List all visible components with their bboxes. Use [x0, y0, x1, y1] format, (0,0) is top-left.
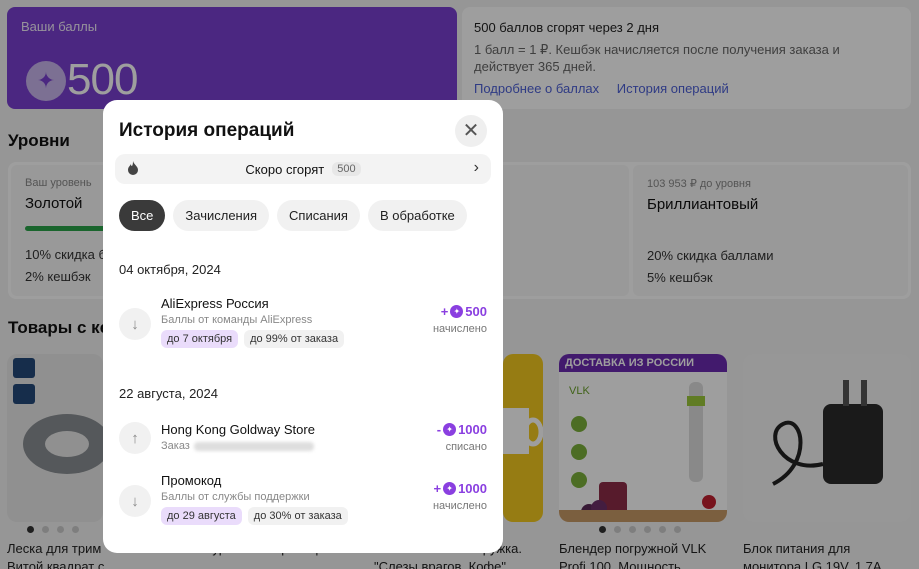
- limit-chip: до 30% от заказа: [247, 507, 348, 525]
- operation-subtitle: Заказ: [161, 440, 314, 452]
- operation-subtitle: Баллы от службы поддержки: [161, 491, 310, 503]
- expiring-soon-label: Скоро сгорят: [245, 161, 325, 177]
- operation-amount: + ✦ 1000: [433, 481, 487, 496]
- date-heading: 22 августа, 2024: [119, 386, 218, 401]
- redacted-order-number: [193, 441, 314, 451]
- arrow-up-icon: ↑: [119, 422, 151, 454]
- amount-sign: +: [433, 481, 442, 496]
- close-icon[interactable]: ✕: [455, 115, 487, 147]
- operation-row[interactable]: ↓ Промокод Баллы от службы поддержки до …: [119, 473, 487, 529]
- arrow-down-icon: ↓: [119, 485, 151, 517]
- operation-name: Промокод: [161, 473, 222, 488]
- history-modal: История операций ✕ Скоро сгорят 500 › Вс…: [103, 100, 503, 553]
- operation-status: начислено: [432, 323, 487, 335]
- chevron-right-icon: ›: [473, 159, 479, 176]
- fire-icon: [127, 161, 139, 178]
- amount-sign: -: [436, 422, 442, 437]
- date-heading: 04 октября, 2024: [119, 262, 221, 277]
- expiring-soon-bar[interactable]: Скоро сгорят 500 ›: [115, 154, 491, 184]
- coin-icon: ✦: [443, 482, 457, 495]
- expiry-chip: до 29 августа: [161, 507, 242, 525]
- expiring-soon-count: 500: [332, 162, 361, 176]
- operation-name: AliExpress Россия: [161, 296, 269, 311]
- amount-sign: +: [440, 304, 449, 319]
- operation-subtitle: Баллы от команды AliExpress: [161, 314, 313, 326]
- arrow-down-icon: ↓: [119, 308, 151, 340]
- operation-amount: + ✦ 500: [440, 304, 487, 319]
- tab-credits[interactable]: Зачисления: [173, 200, 270, 231]
- modal-title: История операций: [119, 120, 295, 141]
- coin-icon: ✦: [443, 423, 457, 436]
- operation-name: Hong Kong Goldway Store: [161, 422, 315, 437]
- coin-icon: ✦: [450, 305, 464, 318]
- operation-status: начислено: [432, 500, 487, 512]
- tab-debits[interactable]: Списания: [277, 200, 360, 231]
- tab-all[interactable]: Все: [119, 200, 166, 231]
- operation-status: списано: [445, 441, 487, 453]
- filter-tabs: Все Зачисления Списания В обработке: [119, 200, 467, 231]
- operation-row[interactable]: ↓ AliExpress Россия Баллы от команды Ali…: [119, 296, 487, 352]
- operation-row[interactable]: ↑ Hong Kong Goldway Store Заказ - ✦ 1000 с…: [119, 422, 487, 458]
- operation-amount: - ✦ 1000: [436, 422, 487, 437]
- expiry-chip: до 7 октября: [161, 330, 239, 348]
- limit-chip: до 99% от заказа: [244, 330, 345, 348]
- tab-processing[interactable]: В обработке: [367, 200, 467, 231]
